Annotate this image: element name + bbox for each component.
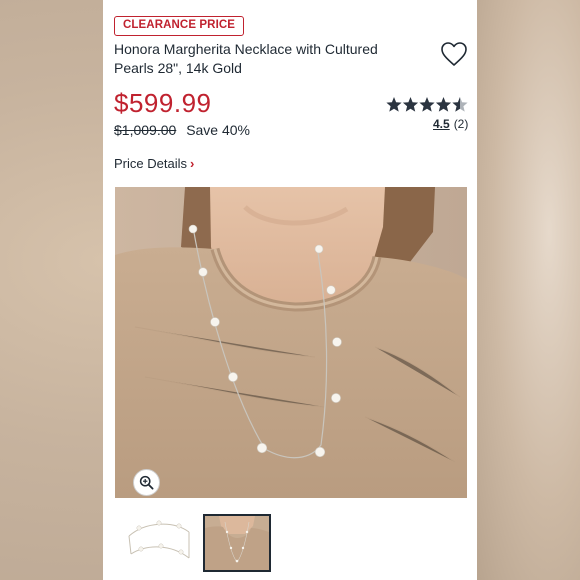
necklace-flat-thumbnail-image — [125, 514, 193, 572]
chevron-right-icon: › — [189, 156, 195, 171]
sale-price: $599.99 — [114, 88, 212, 118]
magnify-icon — [139, 475, 154, 490]
model-wearing-necklace-image — [115, 187, 467, 498]
star-rating-icon — [386, 97, 468, 112]
review-count[interactable]: (2) — [454, 117, 469, 131]
zoom-button[interactable] — [133, 469, 160, 496]
savings-text: Save 40% — [186, 122, 251, 138]
model-thumbnail-image — [205, 516, 269, 570]
price-details-link[interactable]: Price Details › — [114, 156, 194, 171]
original-price: $1,009.00 — [114, 122, 177, 138]
clearance-badge: CLEARANCE PRICE — [114, 16, 245, 36]
heart-icon[interactable] — [440, 41, 468, 67]
product-title: Honora Margherita Necklace with Cultured… — [114, 41, 378, 76]
product-main-image[interactable] — [115, 187, 467, 498]
product-card: CLEARANCE PRICE Honora Margherita Neckla… — [103, 0, 477, 580]
rating-value[interactable]: 4.5 — [433, 117, 450, 131]
price-details-label[interactable]: Price Details — [114, 156, 187, 171]
original-price-row: $1,009.00 Save 40% — [114, 122, 250, 138]
thumbnail-necklace-flat[interactable] — [125, 514, 193, 572]
blurred-background-right — [477, 0, 580, 580]
thumbnail-model[interactable] — [203, 514, 271, 572]
rating-summary[interactable]: 4.5 (2) — [433, 117, 468, 131]
